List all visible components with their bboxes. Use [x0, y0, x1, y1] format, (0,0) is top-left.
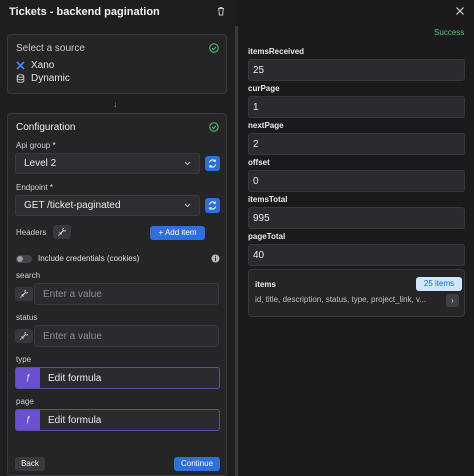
type-formula-button[interactable]: ƒ Edit formula: [15, 367, 220, 389]
refresh-endpoint-button[interactable]: [205, 198, 220, 213]
items-title: items: [255, 280, 276, 289]
check-circle-icon: [209, 122, 219, 132]
page-label: page: [16, 397, 34, 406]
field-value-next-page: 2: [248, 133, 465, 155]
search-label: search: [16, 271, 41, 280]
right-panel: Success itemsReceived 25 curPage 1 nextP…: [238, 0, 474, 476]
endpoint-label: Endpoint *: [16, 183, 53, 192]
status-label: status: [16, 313, 38, 322]
source-item-label: Dynamic: [31, 73, 70, 84]
plus-icon: +: [158, 228, 164, 237]
field-value-offset: 0: [248, 170, 465, 192]
field-value-cur-page: 1: [248, 96, 465, 118]
close-icon[interactable]: [455, 6, 465, 16]
headers-label: Headers: [16, 228, 47, 237]
field-label-items-received: itemsReceived: [248, 47, 305, 56]
plug-icon[interactable]: [15, 329, 33, 343]
api-group-label: Api group *: [16, 141, 56, 150]
left-panel: Tickets - backend pagination Select a so…: [0, 0, 236, 476]
field-value-page-total: 40: [248, 244, 465, 266]
items-card[interactable]: items 25 items id, title, description, s…: [248, 269, 465, 317]
field-value-items-total: 995: [248, 207, 465, 229]
arrow-down-icon: ↓: [113, 99, 118, 109]
info-icon[interactable]: [211, 254, 220, 263]
xano-icon: [16, 61, 25, 70]
credentials-toggle[interactable]: [16, 255, 32, 263]
database-icon: [16, 74, 25, 83]
source-item-dynamic: Dynamic: [16, 73, 70, 84]
field-label-page-total: pageTotal: [248, 232, 286, 241]
credentials-label: Include credentials (cookies): [38, 254, 140, 263]
field-value-items-received: 25: [248, 59, 465, 81]
refresh-icon: [209, 159, 216, 168]
field-label-offset: offset: [248, 158, 270, 167]
source-card[interactable]: Select a source Xano Dynamic: [7, 34, 227, 94]
items-count-badge: 25 items: [416, 277, 462, 291]
configuration-card: Configuration Api group * Level 2 Endpoi…: [7, 113, 227, 476]
formula-icon: ƒ: [16, 368, 40, 388]
plug-icon[interactable]: [53, 225, 71, 239]
source-item-xano: Xano: [16, 60, 54, 71]
configuration-title: Configuration: [16, 122, 76, 133]
status-badge: Success: [434, 28, 465, 37]
panel-title: Tickets - backend pagination: [9, 6, 160, 18]
page-formula-button[interactable]: ƒ Edit formula: [15, 409, 220, 431]
api-group-select[interactable]: Level 2: [15, 153, 200, 174]
refresh-icon: [209, 201, 216, 210]
field-label-items-total: itemsTotal: [248, 195, 288, 204]
type-label: type: [16, 355, 32, 364]
check-circle-icon: [209, 43, 219, 53]
field-label-cur-page: curPage: [248, 84, 280, 93]
formula-icon: ƒ: [16, 410, 40, 430]
back-button[interactable]: Back: [15, 457, 45, 471]
items-fields-list: id, title, description, status, type, pr…: [255, 295, 427, 304]
endpoint-select[interactable]: GET /ticket-paginated: [15, 195, 200, 216]
endpoint-value: GET /ticket-paginated: [24, 200, 121, 211]
chevron-down-icon: [184, 203, 191, 208]
continue-button[interactable]: Continue: [174, 457, 220, 471]
plug-icon[interactable]: [15, 287, 33, 301]
api-group-value: Level 2: [24, 158, 57, 169]
status-input[interactable]: Enter a value: [34, 325, 219, 347]
chevron-down-icon: [184, 161, 191, 166]
add-header-button[interactable]: + Add item: [150, 226, 205, 240]
field-label-next-page: nextPage: [248, 121, 284, 130]
source-item-label: Xano: [31, 60, 55, 71]
search-input[interactable]: Enter a value: [34, 283, 219, 305]
source-title: Select a source: [16, 43, 85, 54]
chevron-right-icon[interactable]: ›: [446, 294, 459, 307]
trash-icon[interactable]: [215, 5, 227, 17]
refresh-api-group-button[interactable]: [205, 156, 220, 171]
